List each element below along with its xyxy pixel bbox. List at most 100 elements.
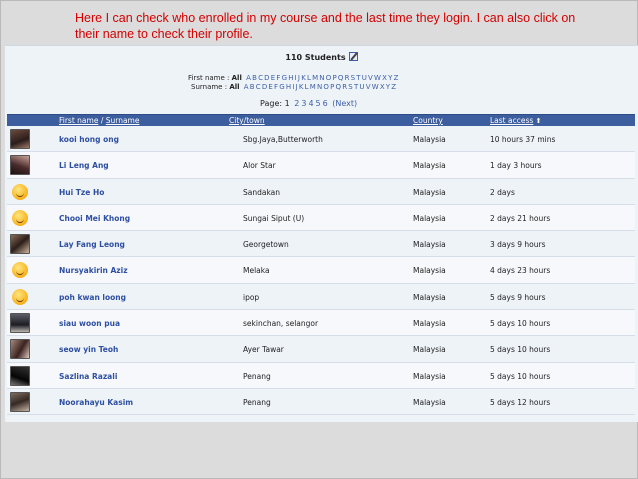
surname-filter-letter-p[interactable]: P <box>330 83 334 91</box>
surname-filter-letter-m[interactable]: M <box>310 83 316 91</box>
sort-country-link[interactable]: Country <box>413 116 443 125</box>
participant-name-link[interactable]: seow yin Teoh <box>59 345 118 354</box>
surname-filter-letter-j[interactable]: J <box>296 83 298 91</box>
pagination-page-link[interactable]: 3 <box>301 99 306 108</box>
first-name-filter-letter-c[interactable]: C <box>258 74 263 82</box>
participant-last-access: 10 hours 37 mins <box>490 135 556 144</box>
table-body: kooi hong ong Sbg.Jaya,Butterworth Malaysi… <box>7 126 635 416</box>
first-name-filter-letter-n[interactable]: N <box>319 74 324 82</box>
default-avatar-smiley-icon[interactable] <box>10 208 30 228</box>
first-name-filter-letter-u[interactable]: U <box>362 74 367 82</box>
surname-filter-letter-v[interactable]: V <box>366 83 371 91</box>
participant-name-link[interactable]: siau woon pua <box>59 319 120 328</box>
surname-filter-letter-s[interactable]: S <box>348 83 352 91</box>
pagination: Page: 1 23456 (Next) <box>260 99 359 108</box>
pagination-next-link[interactable]: (Next) <box>332 99 357 108</box>
slide-caption: Here I can check who enrolled in my cour… <box>75 11 576 41</box>
table-row: Noorahayu Kasim Penang Malaysia 5 days 12 h… <box>7 389 635 416</box>
participant-name-link[interactable]: Noorahayu Kasim <box>59 398 133 407</box>
first-name-filter-letter-h[interactable]: H <box>288 74 293 82</box>
first-name-filter-letter-l[interactable]: L <box>307 74 311 82</box>
first-name-filter-letter-g[interactable]: G <box>282 74 287 82</box>
user-avatar-photo[interactable] <box>10 313 30 334</box>
first-name-filter-letter-t[interactable]: T <box>356 74 360 82</box>
default-avatar-smiley-icon[interactable] <box>10 182 30 202</box>
surname-filter-letter-z[interactable]: Z <box>391 83 396 91</box>
user-avatar-photo[interactable] <box>10 129 30 149</box>
participant-name-link[interactable]: poh kwan loong <box>59 293 126 302</box>
default-avatar-smiley-icon[interactable] <box>10 287 30 307</box>
first-name-filter-letter-y[interactable]: Y <box>388 74 392 82</box>
first-name-filter-letter-j[interactable]: J <box>298 74 300 82</box>
first-name-filter-label: First name : <box>188 74 230 82</box>
user-avatar-photo[interactable] <box>10 365 30 386</box>
participant-name-link[interactable]: Hui Tze Ho <box>59 188 104 197</box>
surname-filter-letter-k[interactable]: K <box>299 83 304 91</box>
first-name-filter-letter-f[interactable]: F <box>276 74 280 82</box>
first-name-filter-letter-r[interactable]: R <box>345 74 350 82</box>
surname-filter-letter-r[interactable]: R <box>342 83 347 91</box>
sort-city-link[interactable]: City/town <box>229 116 265 125</box>
first-name-filter-letter-b[interactable]: B <box>252 74 257 82</box>
sort-last-access-link[interactable]: Last access <box>490 116 533 125</box>
participant-name-link[interactable]: kooi hong ong <box>59 135 119 144</box>
participant-city: Penang <box>243 371 271 381</box>
surname-filter-letter-n[interactable]: N <box>317 83 322 91</box>
first-name-filter-letter-a[interactable]: A <box>246 74 251 82</box>
first-name-filter-letter-m[interactable]: M <box>312 74 318 82</box>
first-name-filter-letter-d[interactable]: D <box>264 74 269 82</box>
surname-filter-letter-b[interactable]: B <box>250 83 255 91</box>
user-avatar-photo[interactable] <box>10 391 30 412</box>
surname-filter-letter-y[interactable]: Y <box>386 83 390 91</box>
participant-country: Malaysia <box>413 266 446 276</box>
participant-name-link[interactable]: Chooi Mei Khong <box>59 214 130 223</box>
participant-name-link[interactable]: Li Leng Ang <box>59 161 109 170</box>
surname-filter-letter-a[interactable]: A <box>244 83 249 91</box>
sort-first-name-link[interactable]: First name <box>59 116 98 125</box>
surname-filter-letter-t[interactable]: T <box>354 83 358 91</box>
first-name-filter-letter-e[interactable]: E <box>271 74 275 82</box>
surname-filter-letter-o[interactable]: O <box>323 83 329 91</box>
edit-icon[interactable] <box>348 52 358 61</box>
surname-filter-letter-l[interactable]: L <box>305 83 309 91</box>
surname-filter-label: Surname : <box>191 83 228 91</box>
surname-filter-letter-f[interactable]: F <box>274 83 278 91</box>
participant-name-link[interactable]: Lay Fang Leong <box>59 240 125 249</box>
surname-filter-letter-c[interactable]: C <box>256 83 261 91</box>
user-avatar-photo[interactable] <box>10 234 30 255</box>
first-name-filter-letter-p[interactable]: P <box>332 74 336 82</box>
first-name-filter-letter-i[interactable]: I <box>295 74 297 82</box>
surname-filter-letter-h[interactable]: H <box>286 83 291 91</box>
first-name-filter-letter-v[interactable]: V <box>368 74 373 82</box>
first-name-filter-letter-k[interactable]: K <box>301 74 306 82</box>
first-name-filter-letter-w[interactable]: W <box>374 74 381 82</box>
pagination-page-link[interactable]: 2 <box>294 99 299 108</box>
participant-last-access: 2 days 21 hours <box>490 213 551 223</box>
first-name-filter-letter-s[interactable]: S <box>351 74 355 82</box>
participant-name-link[interactable]: Nursyakirin Aziz <box>59 266 128 275</box>
first-name-filter-letter-x[interactable]: X <box>382 74 387 82</box>
surname-filter-letter-w[interactable]: W <box>372 83 379 91</box>
pagination-page-link[interactable]: 6 <box>323 99 328 108</box>
surname-filter-letter-q[interactable]: Q <box>336 83 342 91</box>
surname-filter-all[interactable]: All <box>229 83 239 91</box>
user-avatar-photo[interactable] <box>10 339 30 360</box>
surname-filter-letter-g[interactable]: G <box>279 83 284 91</box>
table-row: Lay Fang Leong Georgetown Malaysia 3 days 9… <box>7 231 635 258</box>
first-name-filter-letter-o[interactable]: O <box>326 74 332 82</box>
surname-filter-letter-i[interactable]: I <box>292 83 294 91</box>
surname-filter-letter-u[interactable]: U <box>359 83 364 91</box>
surname-filter-letter-x[interactable]: X <box>380 83 385 91</box>
sort-surname-link[interactable]: Surname <box>106 116 140 125</box>
first-name-filter-all[interactable]: All <box>232 74 242 82</box>
surname-filter-letter-d[interactable]: D <box>262 83 267 91</box>
default-avatar-smiley-icon[interactable] <box>10 260 30 280</box>
participant-country: Malaysia <box>413 371 446 381</box>
participant-name-link[interactable]: Sazlina Razali <box>59 372 117 381</box>
pagination-page-link[interactable]: 5 <box>316 99 321 108</box>
first-name-filter-letter-z[interactable]: Z <box>394 74 399 82</box>
first-name-filter-letter-q[interactable]: Q <box>338 74 344 82</box>
user-avatar-photo[interactable] <box>10 155 30 176</box>
pagination-page-link[interactable]: 4 <box>308 99 313 108</box>
surname-filter-letter-e[interactable]: E <box>268 83 272 91</box>
